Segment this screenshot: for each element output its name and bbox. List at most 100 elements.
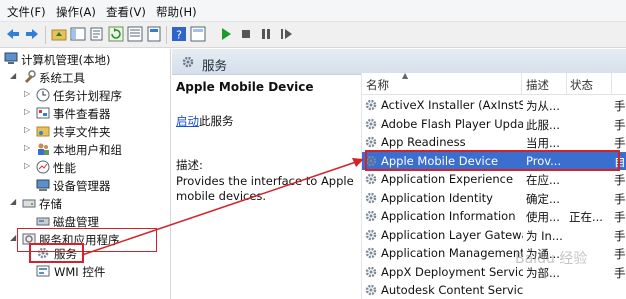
service-name: Adobe Flash Player Upda... (381, 116, 523, 131)
gear-icon (364, 98, 378, 112)
selected-service-name: Apple Mobile Device (176, 80, 314, 94)
gear-icon (364, 135, 378, 149)
console-tree-icon[interactable] (70, 26, 86, 42)
service-row[interactable]: Autodesk Content Service (362, 281, 626, 299)
menu-help[interactable]: 帮助(H) (156, 4, 197, 20)
menu-file[interactable]: 文件(F) (7, 4, 46, 20)
pause-service-icon[interactable] (258, 26, 274, 42)
expand-arrow-icon[interactable]: ▷ (24, 161, 30, 170)
toolbar: ? (0, 22, 626, 48)
start-service-link[interactable]: 启动 (176, 114, 199, 128)
service-name: Autodesk Content Service (381, 283, 523, 297)
service-name: Application Layer Gatewa... (381, 227, 523, 242)
start-service-line: 启动此服务 (176, 113, 234, 129)
gear-icon (181, 55, 195, 69)
gear-icon (364, 246, 378, 260)
menu-view[interactable]: 查看(V) (106, 4, 146, 20)
menu-action[interactable]: 操作(A) (56, 4, 96, 20)
expand-arrow-icon[interactable]: ▷ (24, 89, 30, 98)
device-manager-icon (36, 178, 50, 192)
services-title: 服务 (202, 58, 228, 73)
service-detail-pane: 服务 Apple Mobile Device 启动此服务 描述: Provide… (172, 49, 626, 299)
gear-icon (364, 283, 378, 297)
service-startup: 手 (614, 247, 626, 261)
start-service-icon[interactable] (218, 26, 234, 42)
console-tree: 计算机管理(本地) ◢ 系统工具 ▷ 任务计划程序 ▷ 事件查看器 ▷ 共享文件… (0, 49, 171, 299)
highlight-services (29, 243, 84, 263)
service-state: 正在... (569, 210, 603, 224)
service-startup: 手 (614, 117, 626, 132)
service-row[interactable]: Adobe Flash Player Upda... 此服... 手 (362, 115, 626, 134)
service-name: Application Identity (381, 190, 493, 205)
tools-icon (22, 70, 36, 84)
service-name: Application Experience (381, 172, 514, 186)
collapse-arrow-icon[interactable]: ◢ (10, 71, 16, 80)
service-row[interactable]: Application Layer Gatewa...为 In... 手 (362, 226, 626, 245)
services-header: 服务 (172, 49, 626, 75)
service-desc: 为 In... (526, 228, 563, 243)
service-row[interactable]: Application Identity 确定... 手 (362, 189, 626, 208)
shared-folder-icon (36, 124, 50, 138)
highlight-selected-service (365, 150, 620, 171)
service-row[interactable]: Application Information 使用... 正在... 手 (362, 207, 626, 226)
list-view-icon[interactable] (127, 26, 143, 42)
restart-service-icon[interactable] (278, 26, 294, 42)
refresh-icon[interactable] (108, 26, 124, 42)
gear-icon (364, 191, 378, 205)
service-row[interactable]: ActiveX Installer (AxInstSV) 为从... 手 (362, 96, 626, 115)
column-header-desc[interactable]: 描述 (524, 73, 567, 95)
gear-icon (364, 265, 378, 279)
service-startup: 手 (614, 228, 626, 243)
watermark: Baidu 经验 (515, 251, 588, 267)
up-folder-icon[interactable] (51, 26, 67, 42)
service-desc: 此服... (526, 117, 560, 132)
stop-service-icon[interactable] (238, 26, 254, 42)
service-name: Application Management (381, 246, 523, 260)
column-header-name[interactable]: 名称 (366, 73, 522, 95)
view-icon[interactable] (190, 26, 206, 42)
performance-icon (36, 160, 50, 174)
svg-text:?: ? (176, 29, 182, 42)
storage-icon (22, 196, 36, 210)
service-name: App Readiness (381, 135, 466, 149)
service-startup: 手 (614, 99, 626, 113)
users-icon (36, 142, 50, 156)
service-startup: 手 (614, 265, 626, 280)
event-viewer-icon (36, 106, 50, 120)
description-label: 描述: (176, 158, 203, 172)
expand-arrow-icon[interactable]: ▷ (24, 107, 30, 116)
menu-bar: 文件(F) 操作(A) 查看(V) 帮助(H) (0, 0, 626, 22)
start-service-suffix: 此服务 (199, 114, 234, 128)
service-desc: 在应... (526, 173, 560, 187)
service-startup: 手 (614, 210, 626, 224)
service-startup: 手 (614, 136, 626, 150)
export-icon[interactable] (89, 26, 105, 42)
service-description: Provides the interface to Apple mobile d… (176, 174, 354, 203)
gear-icon (364, 209, 378, 223)
collapse-arrow-icon[interactable]: ◢ (10, 233, 16, 242)
toolbar-separator (45, 26, 46, 44)
expand-arrow-icon[interactable]: ▷ (24, 143, 30, 152)
expand-arrow-icon[interactable]: ▷ (24, 125, 30, 134)
service-startup: 手 (614, 191, 626, 206)
column-header-state[interactable]: 状态 (568, 73, 612, 95)
disk-icon (36, 214, 50, 228)
toolbar-separator (166, 26, 167, 44)
service-row[interactable]: App Readiness 当用... 手 (362, 133, 626, 152)
help-icon[interactable]: ? (171, 26, 187, 42)
service-startup: 手 (614, 173, 626, 187)
gear-icon (364, 172, 378, 186)
computer-icon (4, 52, 18, 66)
forward-icon[interactable] (24, 26, 40, 42)
service-desc: 当用... (526, 136, 560, 150)
service-name: Application Information (381, 209, 516, 223)
service-row[interactable]: Application Experience 在应... 手 (362, 170, 626, 189)
service-name: AppX Deployment Servic... (381, 264, 523, 279)
service-name: ActiveX Installer (AxInstSV) (381, 98, 523, 112)
service-desc: 确定... (526, 191, 560, 206)
back-icon[interactable] (5, 26, 21, 42)
collapse-arrow-icon[interactable]: ◢ (10, 197, 16, 206)
properties-icon[interactable] (146, 26, 162, 42)
gear-icon (364, 117, 378, 131)
clock-icon (36, 88, 50, 102)
